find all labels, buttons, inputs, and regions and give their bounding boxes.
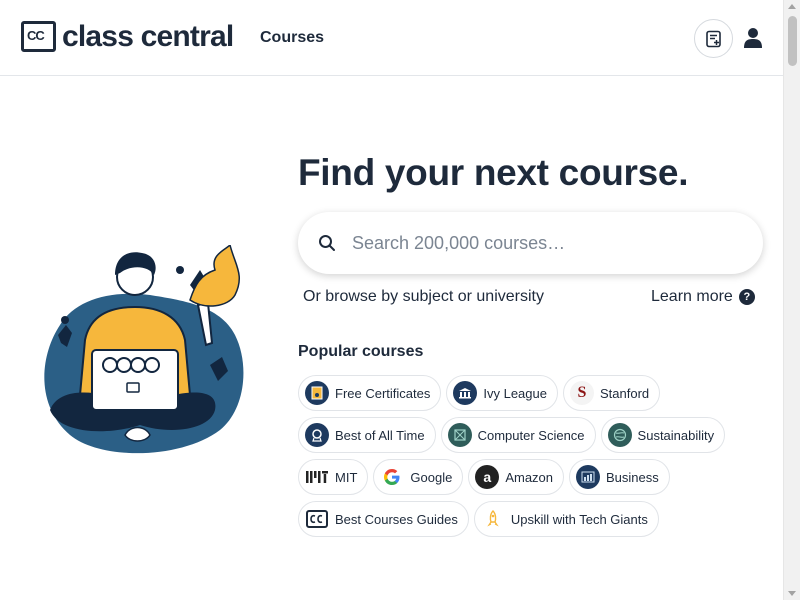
learn-more-link[interactable]: Learn more ?	[651, 288, 755, 306]
stanford-icon: S	[569, 381, 594, 405]
search-input[interactable]	[352, 232, 732, 254]
pill-sustainability[interactable]: Sustainability	[600, 417, 726, 453]
google-logo-icon	[380, 465, 404, 489]
pill-label: Upskill with Tech Giants	[510, 511, 648, 527]
pill-computer-science[interactable]: Computer Science	[440, 417, 596, 453]
rocket-icon	[481, 507, 505, 531]
scroll-up-arrow-icon[interactable]	[788, 4, 796, 9]
award-icon	[305, 423, 329, 447]
help-icon: ?	[738, 289, 755, 305]
scroll-thumb[interactable]	[788, 16, 797, 66]
pill-label: MIT	[335, 469, 358, 485]
pill-label: Stanford	[599, 385, 650, 401]
user-icon	[744, 28, 762, 48]
pill-label: Google	[410, 469, 453, 485]
pill-google[interactable]: Google	[373, 459, 464, 495]
pill-free-certificates[interactable]: Free Certificates	[298, 375, 442, 411]
hero-title: Find your next course.	[298, 152, 689, 193]
pill-label: Computer Science	[477, 427, 585, 443]
pill-mit[interactable]: MIT	[298, 459, 369, 495]
nav-courses-link[interactable]: Courses	[260, 29, 324, 47]
pill-business[interactable]: Business	[569, 459, 670, 495]
browse-subjects-link[interactable]: Or browse by subject or university	[303, 288, 544, 306]
account-button[interactable]	[741, 24, 765, 52]
pill-upskill-tech-giants[interactable]: Upskill with Tech Giants	[473, 501, 659, 537]
popular-row-1: Free Certificates Ivy League S Stanford	[298, 375, 661, 411]
logo-text: class central	[62, 20, 234, 53]
pill-best-of-all-time[interactable]: Best of All Time	[298, 417, 436, 453]
university-icon	[453, 381, 478, 405]
page-scrollbar[interactable]	[783, 0, 800, 600]
site-header: CC class central Courses	[0, 0, 783, 76]
pill-label: Sustainability	[637, 427, 715, 443]
student-laptop-illustration	[44, 245, 244, 454]
lists-button[interactable]	[694, 19, 733, 58]
class-central-logo[interactable]: CC class central	[21, 20, 234, 53]
certificate-icon	[305, 381, 329, 405]
popular-row-3: MIT Google a Amazon Business	[298, 459, 670, 495]
popular-row-2: Best of All Time Computer Science Sustai…	[298, 417, 726, 453]
search-icon	[317, 233, 337, 253]
pill-amazon[interactable]: a Amazon	[468, 459, 565, 495]
globe-icon	[607, 423, 632, 447]
add-list-icon	[705, 30, 721, 47]
pill-label: Amazon	[505, 469, 554, 485]
cc-logo-icon	[305, 507, 329, 531]
pill-best-courses-guides[interactable]: Best Courses Guides	[298, 501, 469, 537]
logo-mark-icon: CC	[21, 21, 56, 52]
pill-label: Ivy League	[483, 385, 547, 401]
pill-ivy-league[interactable]: Ivy League	[446, 375, 558, 411]
learn-more-label: Learn more	[651, 288, 733, 305]
chart-icon	[576, 465, 601, 489]
circuit-icon	[447, 423, 472, 447]
amazon-logo-icon: a	[475, 465, 500, 489]
pill-label: Business	[606, 469, 659, 485]
pill-label: Best Courses Guides	[335, 511, 458, 527]
popular-row-4: Best Courses Guides Upskill with Tech Gi…	[298, 501, 659, 537]
search-bar[interactable]	[298, 212, 763, 274]
pill-stanford[interactable]: S Stanford	[562, 375, 661, 411]
pill-label: Best of All Time	[335, 427, 425, 443]
scroll-down-arrow-icon[interactable]	[788, 591, 796, 596]
pill-label: Free Certificates	[335, 385, 431, 401]
mit-logo-icon	[305, 465, 329, 489]
popular-courses-heading: Popular courses	[298, 343, 424, 360]
